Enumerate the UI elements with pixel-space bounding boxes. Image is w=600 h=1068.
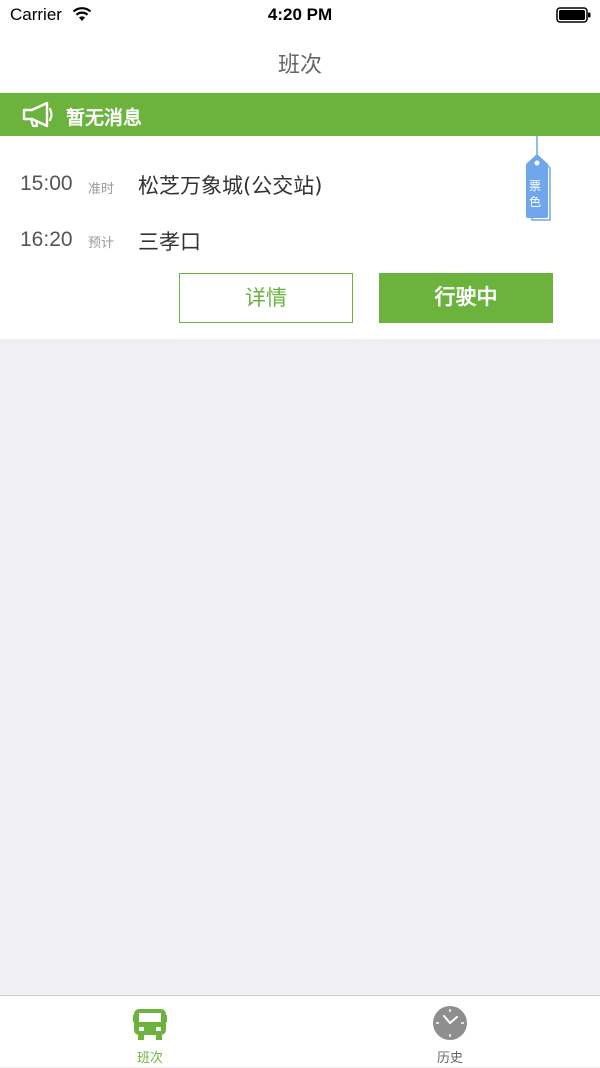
ticket-tag-label: 票 色 (528, 179, 541, 209)
trip-card[interactable]: 15:00 准时 松芝万象城(公交站) 16:20 预计 三孝口 票 色 详情 … (0, 136, 600, 339)
status-bar: Carrier 4:20 PM (0, 0, 600, 30)
status-time: 4:20 PM (267, 5, 333, 24)
driving-status-button[interactable]: 行驶中 (379, 273, 553, 323)
tab-trips-label: 班次 (136, 1051, 163, 1066)
clock-icon (433, 1006, 467, 1040)
tab-history-label: 历史 (436, 1051, 463, 1066)
notice-bar[interactable]: 暂无消息 (0, 93, 600, 136)
departure-time: 15:00 (20, 172, 73, 195)
notice-text: 暂无消息 (66, 107, 143, 129)
page-title: 班次 (277, 53, 322, 78)
tab-bar: 班次 历史 (0, 995, 600, 1067)
tab-trips[interactable]: 班次 (0, 996, 300, 1068)
arrival-status-tag: 预计 (88, 236, 115, 251)
arrival-time: 16:20 (20, 228, 73, 251)
detail-button[interactable]: 详情 (179, 273, 353, 323)
bus-icon (133, 1009, 167, 1040)
battery-icon (556, 7, 591, 23)
megaphone-icon (22, 101, 53, 128)
arrival-station: 三孝口 (138, 230, 201, 254)
nav-bar: 班次 (0, 30, 600, 92)
departure-station: 松芝万象城(公交站) (138, 174, 323, 198)
departure-status-tag: 准时 (88, 182, 115, 197)
tab-history[interactable]: 历史 (300, 996, 600, 1068)
